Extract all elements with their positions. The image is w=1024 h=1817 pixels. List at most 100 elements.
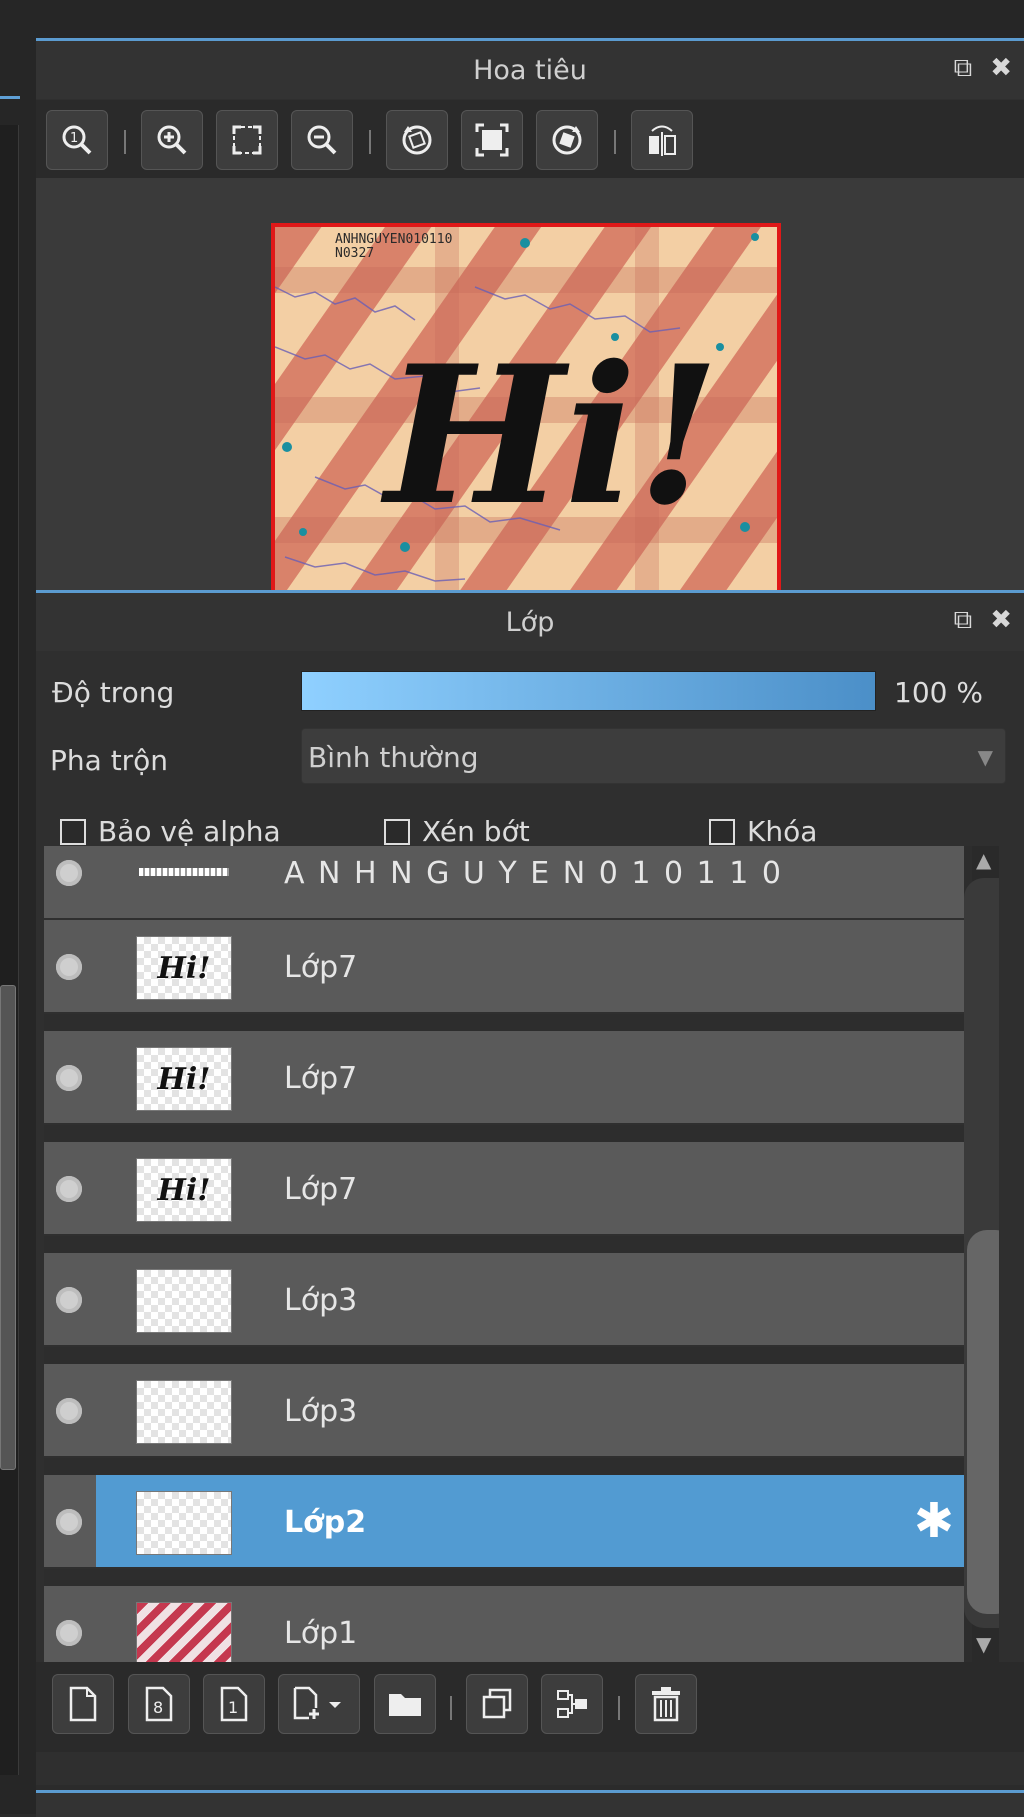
trash-icon xyxy=(652,1687,680,1722)
reset-rotation-button[interactable] xyxy=(461,110,523,170)
delete-layer-button[interactable] xyxy=(635,1674,697,1734)
layer-name: Lớp7 xyxy=(284,1061,358,1096)
zoom-100-icon: 1 xyxy=(62,125,92,155)
checkbox-box[interactable] xyxy=(709,818,735,845)
left-scroll-track[interactable] xyxy=(0,125,19,1775)
layer-row[interactable]: Lớp3 xyxy=(44,1253,964,1347)
add-layer-icon xyxy=(293,1686,341,1720)
rotate-left-button[interactable] xyxy=(386,110,448,170)
canvas-preview[interactable]: ANHNGUYEN010110 N0327 Hi! xyxy=(271,223,781,613)
duplicate-layer-button[interactable] xyxy=(466,1674,528,1734)
visibility-toggle[interactable] xyxy=(56,1509,82,1535)
fit-icon xyxy=(232,125,262,155)
toolbar-separator xyxy=(614,130,616,154)
navigator-title: Hoa tiêu xyxy=(473,54,587,86)
merge-down-button[interactable] xyxy=(541,1674,603,1734)
layer-row-selected[interactable]: Lớp2 ✱ xyxy=(44,1475,964,1569)
blend-label: Pha trộn xyxy=(50,744,169,777)
dock-marker xyxy=(0,96,20,99)
zoom-out-button[interactable] xyxy=(291,110,353,170)
new-folder-button[interactable] xyxy=(374,1674,436,1734)
scroll-up-icon[interactable]: ▲ xyxy=(976,848,991,872)
scroll-thumb[interactable] xyxy=(967,1230,999,1614)
layer-thumbnail: Hi! xyxy=(136,936,232,1000)
visibility-toggle[interactable] xyxy=(56,954,82,980)
opacity-slider[interactable] xyxy=(301,671,876,711)
checkbox-box[interactable] xyxy=(384,818,410,845)
layer-row[interactable]: A N H N G U Y E N 0 1 0 1 1 0 xyxy=(44,846,964,920)
scroll-down-icon[interactable]: ▼ xyxy=(976,1632,991,1656)
gear-icon[interactable]: ✱ xyxy=(914,1497,954,1545)
layer-thumbnail xyxy=(136,1602,232,1662)
lock-checkbox[interactable]: Khóa xyxy=(709,815,817,848)
layer-name: Lớp7 xyxy=(284,1172,358,1207)
layer-thumbnail: Hi! xyxy=(136,1047,232,1111)
fit-to-window-button[interactable] xyxy=(216,110,278,170)
popout-icon[interactable]: ⧉ xyxy=(954,607,973,633)
popout-icon[interactable]: ⧉ xyxy=(954,55,973,81)
scroll-track-bg[interactable] xyxy=(964,878,999,1628)
preview-caption: ANHNGUYEN010110 xyxy=(335,232,452,247)
next-panel-header xyxy=(36,1790,1024,1817)
new-8bit-layer-button[interactable]: 8 xyxy=(128,1674,190,1734)
left-scroll-thumb[interactable] xyxy=(0,985,16,1470)
toolbar-separator xyxy=(450,1696,452,1720)
visibility-toggle[interactable] xyxy=(56,1398,82,1424)
layer-row[interactable]: Hi! Lớp7 xyxy=(44,920,964,1014)
navigator-panel: Hoa tiêu ⧉ ✖ 1 ANHNGUYEN010110 N0327 Hi! xyxy=(36,38,1024,618)
checkbox-box[interactable] xyxy=(60,818,86,845)
layer-row[interactable]: Lớp3 xyxy=(44,1364,964,1458)
top-strip xyxy=(36,0,1024,38)
new-1bit-layer-button[interactable]: 1 xyxy=(203,1674,265,1734)
zoom-actual-size-button[interactable]: 1 xyxy=(46,110,108,170)
layer-panel-title: Lớp xyxy=(505,606,555,638)
layer-row[interactable]: Hi! Lớp7 xyxy=(44,1142,964,1236)
toolbar-separator xyxy=(369,130,371,154)
preview-hi-text: Hi! xyxy=(380,324,720,547)
zoom-in-button[interactable] xyxy=(141,110,203,170)
layer-row[interactable]: Lớp1 xyxy=(44,1586,964,1662)
layer-row[interactable]: Hi! Lớp7 xyxy=(44,1031,964,1125)
navigator-view[interactable]: ANHNGUYEN010110 N0327 Hi! xyxy=(36,178,1024,618)
visibility-toggle[interactable] xyxy=(56,860,82,886)
layer-name: Lớp3 xyxy=(284,1394,358,1429)
canvas-artwork: ANHNGUYEN010110 N0327 Hi! xyxy=(275,227,777,609)
navigator-header: Hoa tiêu ⧉ ✖ xyxy=(36,38,1024,99)
merge-icon xyxy=(557,1690,587,1718)
visibility-toggle[interactable] xyxy=(56,1065,82,1091)
visibility-toggle[interactable] xyxy=(56,1620,82,1646)
blend-mode-select[interactable]: Bình thường ▼ xyxy=(301,728,1006,784)
rotate-right-button[interactable] xyxy=(536,110,598,170)
zoom-in-icon xyxy=(157,125,187,155)
layer-thumbnail: Hi! xyxy=(136,1158,232,1222)
layer-name: A N H N G U Y E N 0 1 0 1 1 0 xyxy=(284,856,783,891)
new-page-icon xyxy=(69,1686,97,1722)
clip-label: Xén bớt xyxy=(422,815,530,848)
layer-toolbar: 8 1 xyxy=(36,1662,1024,1752)
flip-horizontal-icon xyxy=(649,125,676,156)
add-layer-dropdown-button[interactable] xyxy=(278,1674,360,1734)
flip-horizontal-button[interactable] xyxy=(631,110,693,170)
duplicate-icon xyxy=(482,1688,512,1719)
clip-checkbox[interactable]: Xén bớt xyxy=(384,815,530,848)
close-icon[interactable]: ✖ xyxy=(990,55,1012,81)
reset-view-icon xyxy=(475,123,509,157)
svg-text:8: 8 xyxy=(153,1698,163,1717)
close-icon[interactable]: ✖ xyxy=(990,607,1012,633)
layer-name: Lớp3 xyxy=(284,1283,358,1318)
visibility-toggle[interactable] xyxy=(56,1176,82,1202)
navigator-toolbar: 1 xyxy=(36,100,1024,178)
protect-alpha-checkbox[interactable]: Bảo vệ alpha xyxy=(60,815,281,848)
protect-alpha-label: Bảo vệ alpha xyxy=(98,815,281,848)
layer-name: Lớp2 xyxy=(284,1505,367,1540)
toolbar-separator xyxy=(618,1696,620,1720)
layer-scrollbar[interactable]: ▲ ▼ xyxy=(964,846,999,1662)
layer-thumbnail xyxy=(139,868,229,876)
svg-text:1: 1 xyxy=(228,1698,238,1717)
layer-thumbnail xyxy=(136,1380,232,1444)
lock-label: Khóa xyxy=(747,815,818,848)
visibility-toggle[interactable] xyxy=(56,1287,82,1313)
layer-name: Lớp7 xyxy=(284,950,358,985)
new-layer-button[interactable] xyxy=(52,1674,114,1734)
rotate-right-icon xyxy=(552,125,582,155)
